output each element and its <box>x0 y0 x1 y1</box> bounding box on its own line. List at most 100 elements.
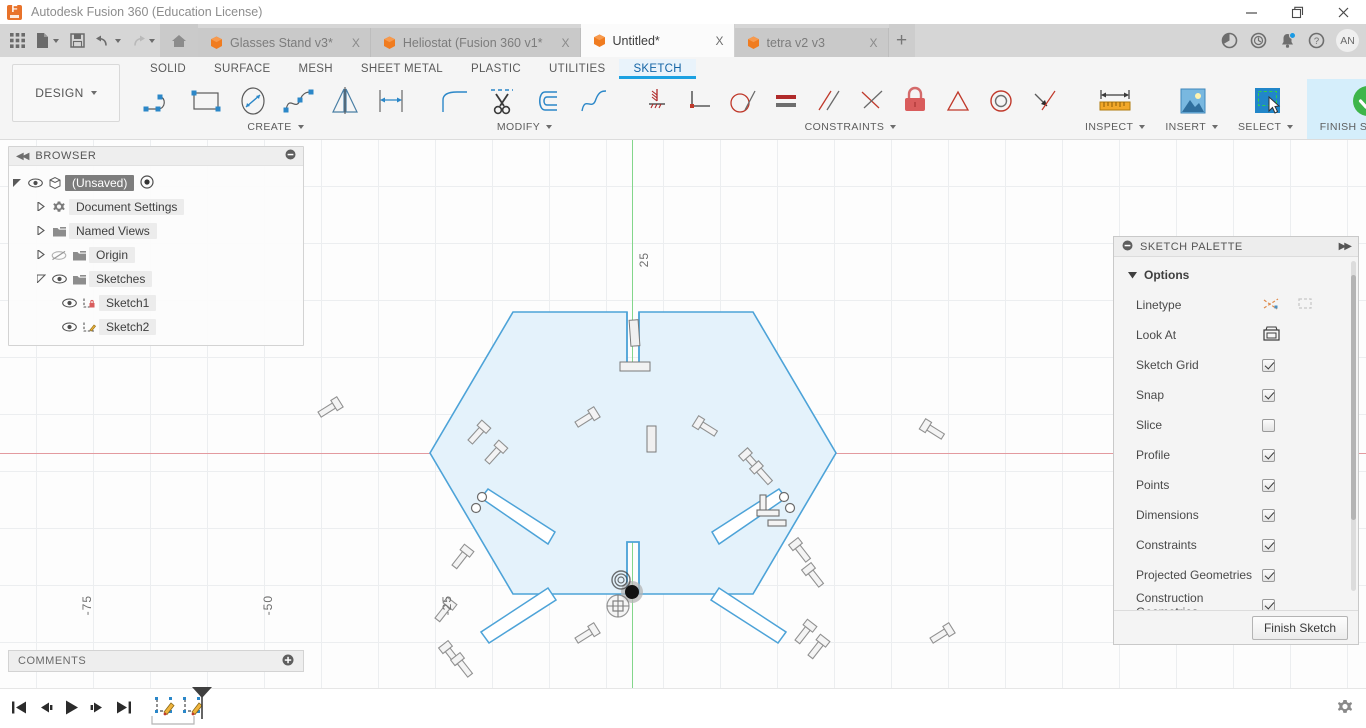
palette-row-slice[interactable]: Slice <box>1114 410 1358 440</box>
perpendicular-constraint-icon[interactable] <box>851 80 893 122</box>
go-to-beginning-icon[interactable] <box>11 700 28 718</box>
panel-select-title[interactable]: SELECT <box>1238 121 1294 133</box>
collapse-left-icon[interactable]: ◀◀ <box>16 151 29 162</box>
line-tool-icon[interactable] <box>138 80 183 122</box>
minus-circle-icon[interactable] <box>285 149 296 163</box>
new-file-icon[interactable] <box>32 27 62 55</box>
visibility-eye-icon[interactable] <box>49 274 69 284</box>
measure-icon[interactable] <box>1093 80 1138 122</box>
fillet-tool-icon[interactable] <box>433 80 478 122</box>
collapse-arrow-icon[interactable] <box>33 200 49 213</box>
snap-checkbox[interactable] <box>1262 388 1275 402</box>
palette-row-profile[interactable]: Profile <box>1114 440 1358 470</box>
visibility-eye-icon[interactable] <box>59 298 79 308</box>
document-tab-2[interactable]: Untitled* X <box>580 24 735 57</box>
comments-panel[interactable]: COMMENTS <box>8 650 304 672</box>
panel-create-title[interactable]: CREATE <box>247 121 304 133</box>
panel-finish-sketch-title[interactable]: FINISH SKETCH <box>1320 121 1366 133</box>
help-icon[interactable]: ? <box>1303 28 1329 54</box>
options-section-header[interactable]: Options <box>1114 257 1358 290</box>
centerline-icon[interactable] <box>1296 296 1314 314</box>
expand-right-icon[interactable]: ▶▶ <box>1339 241 1352 252</box>
document-tab-3[interactable]: tetra v2 v3 X <box>734 28 889 57</box>
minus-circle-icon[interactable] <box>1122 240 1133 254</box>
palette-row-projected-geometries[interactable]: Projected Geometries <box>1114 560 1358 590</box>
tab-plastic[interactable]: PLASTIC <box>457 59 535 78</box>
look-at-icon[interactable] <box>1262 325 1281 345</box>
panel-inspect-title[interactable]: INSPECT <box>1085 121 1146 133</box>
notifications-icon[interactable] <box>1274 28 1300 54</box>
timeline-settings-icon[interactable] <box>1336 698 1366 719</box>
rectangle-tool-icon[interactable] <box>184 80 229 122</box>
expand-arrow-icon[interactable] <box>33 273 49 285</box>
document-tab-0[interactable]: Glasses Stand v3* X <box>198 28 371 57</box>
go-to-end-icon[interactable] <box>115 700 132 718</box>
constraints-checkbox[interactable] <box>1262 538 1275 552</box>
concentric-constraint-icon[interactable] <box>980 80 1022 122</box>
tab-sheet-metal[interactable]: SHEET METAL <box>347 59 457 78</box>
profile-checkbox[interactable] <box>1262 448 1275 462</box>
avatar[interactable]: AN <box>1336 29 1359 52</box>
coincident-constraint-icon[interactable] <box>679 80 721 122</box>
tab-sketch[interactable]: SKETCH <box>619 58 697 79</box>
browser-node-sketch2[interactable]: Sketch2 <box>9 315 303 339</box>
close-icon[interactable]: X <box>858 36 878 50</box>
job-status-icon[interactable] <box>1216 28 1242 54</box>
offset-tool-icon[interactable] <box>525 80 570 122</box>
curvature-tool-icon[interactable] <box>571 80 616 122</box>
mirror-tool-icon[interactable] <box>322 80 367 122</box>
play-icon[interactable] <box>63 699 80 719</box>
panel-constraints-title[interactable]: CONSTRAINTS <box>805 121 897 133</box>
dimensions-checkbox[interactable] <box>1262 508 1275 522</box>
panel-modify-title[interactable]: MODIFY <box>497 121 553 133</box>
palette-row-points[interactable]: Points <box>1114 470 1358 500</box>
minimize-icon[interactable] <box>1228 0 1274 24</box>
finish-sketch-button[interactable]: Finish Sketch <box>1251 615 1348 640</box>
redo-icon[interactable] <box>126 27 158 55</box>
browser-node-sketches[interactable]: Sketches <box>9 267 303 291</box>
tangent-constraint-icon[interactable] <box>722 80 764 122</box>
construction-geometries-checkbox[interactable] <box>1262 598 1275 610</box>
insert-image-icon[interactable] <box>1169 80 1214 122</box>
visibility-eye-off-icon[interactable] <box>49 250 69 261</box>
spline-tool-icon[interactable] <box>276 80 321 122</box>
circle-tool-icon[interactable] <box>230 80 275 122</box>
visibility-eye-icon[interactable] <box>59 322 79 332</box>
parallel-constraint-icon[interactable] <box>808 80 850 122</box>
activate-component-icon[interactable] <box>140 174 154 192</box>
chevron-down-icon[interactable] <box>115 38 121 43</box>
tab-mesh[interactable]: MESH <box>284 59 346 78</box>
home-icon[interactable] <box>160 24 198 57</box>
workspace-selector[interactable]: DESIGN <box>12 64 120 122</box>
step-back-icon[interactable] <box>37 700 54 718</box>
undo-icon[interactable] <box>92 27 124 55</box>
chevron-down-icon[interactable] <box>149 38 155 43</box>
browser-node-document-settings[interactable]: Document Settings <box>9 195 303 219</box>
save-icon[interactable] <box>64 27 90 55</box>
sketch-grid-checkbox[interactable] <box>1262 358 1275 372</box>
palette-scrollbar[interactable] <box>1351 261 1356 591</box>
close-icon[interactable]: X <box>340 36 360 50</box>
browser-node-origin[interactable]: Origin <box>9 243 303 267</box>
equal-constraint-icon[interactable] <box>765 80 807 122</box>
tab-solid[interactable]: SOLID <box>136 59 200 78</box>
app-grid-icon[interactable] <box>4 27 30 55</box>
close-icon[interactable]: X <box>704 34 724 48</box>
palette-row-constraints[interactable]: Constraints <box>1114 530 1358 560</box>
slice-checkbox[interactable] <box>1262 418 1275 432</box>
trim-tool-icon[interactable] <box>479 80 524 122</box>
palette-row-sketch-grid[interactable]: Sketch Grid <box>1114 350 1358 380</box>
construction-line-icon[interactable] <box>1262 296 1280 314</box>
tab-utilities[interactable]: UTILITIES <box>535 59 619 78</box>
collapse-arrow-icon[interactable] <box>33 248 49 261</box>
browser-node-named-views[interactable]: Named Views <box>9 219 303 243</box>
restore-icon[interactable] <box>1274 0 1320 24</box>
panel-finish-sketch[interactable]: FINISH SKETCH <box>1307 79 1366 139</box>
browser-node-unsaved[interactable]: (Unsaved) <box>9 171 303 195</box>
projected-geometries-checkbox[interactable] <box>1262 568 1275 582</box>
palette-row-dimensions[interactable]: Dimensions <box>1114 500 1358 530</box>
midpoint-constraint-icon[interactable] <box>937 80 979 122</box>
document-tab-1[interactable]: Heliostat (Fusion 360 v1* X <box>370 28 581 57</box>
panel-insert-title[interactable]: INSERT <box>1165 121 1219 133</box>
step-forward-icon[interactable] <box>89 700 106 718</box>
